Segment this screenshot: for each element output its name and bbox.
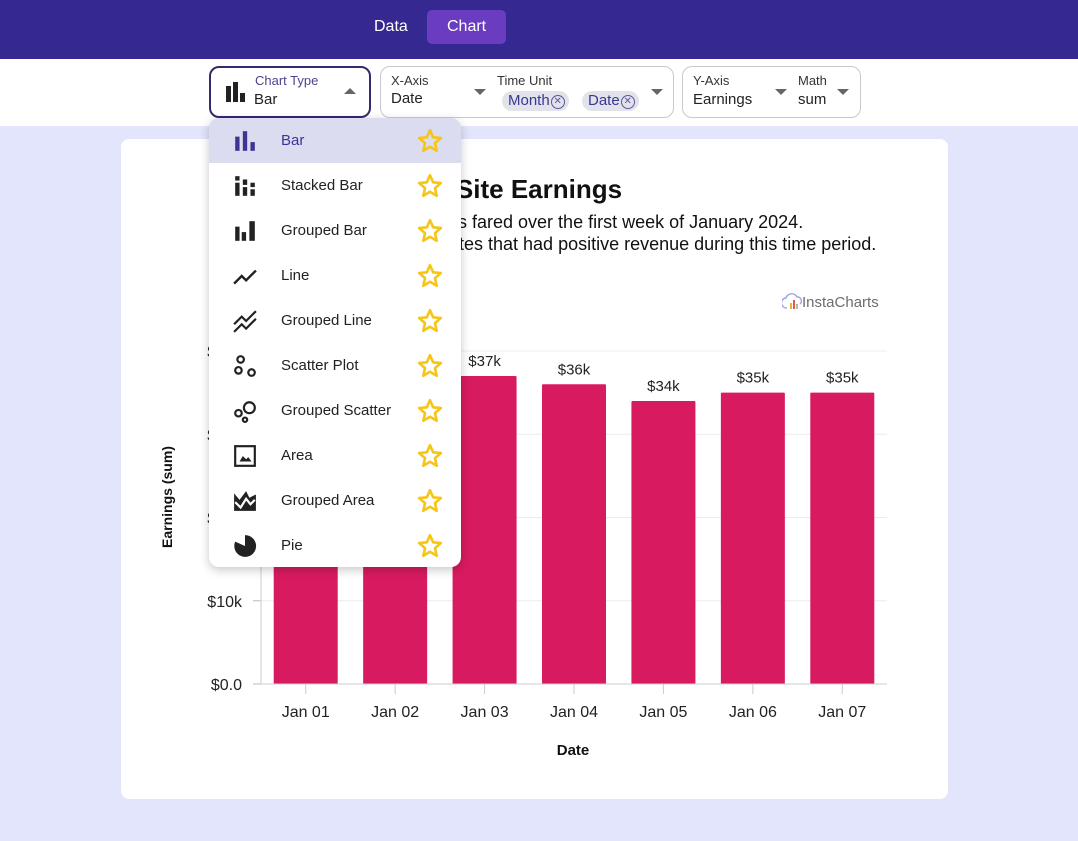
chart-type-option-bar[interactable]: Bar: [209, 118, 461, 163]
data-label: $35k: [737, 370, 770, 387]
option-label: Bar: [281, 132, 305, 149]
x-tick-label: Jan 05: [639, 704, 687, 721]
option-label: Grouped Scatter: [281, 402, 392, 419]
x-tick-label: Jan 03: [461, 704, 509, 721]
star-outline-icon[interactable]: [399, 533, 461, 559]
grouped-bar-icon: [209, 219, 281, 243]
option-label: Grouped Area: [281, 492, 375, 509]
chart-type-option-scatter-plot[interactable]: Scatter Plot: [209, 343, 461, 388]
chart-type-dropdown: Bar Stacked Bar Grouped Bar Line Grouped Lin…: [209, 118, 461, 567]
data-labels: $37k $36k $34k $35k $35k: [468, 353, 859, 395]
chart-type-option-grouped-bar[interactable]: Grouped Bar: [209, 208, 461, 253]
bar-jan-03: [452, 375, 517, 684]
star-outline-icon[interactable]: [399, 353, 461, 379]
star-outline-icon[interactable]: [399, 398, 461, 424]
grouped-area-icon: [209, 489, 281, 513]
star-outline-icon[interactable]: [399, 308, 461, 334]
option-label: Pie: [281, 537, 303, 554]
x-tick-label: Jan 07: [818, 704, 866, 721]
star-outline-icon[interactable]: [399, 488, 461, 514]
option-label: Line: [281, 267, 310, 284]
x-tick-label: Jan 04: [550, 704, 598, 721]
chart-type-option-grouped-scatter[interactable]: Grouped Scatter: [209, 388, 461, 433]
x-tick-label: Jan 06: [729, 704, 777, 721]
x-tick-label: Jan 02: [371, 704, 419, 721]
data-label: $37k: [468, 353, 501, 370]
data-label: $36k: [558, 361, 591, 378]
data-label: $34k: [647, 378, 680, 395]
stacked-bar-icon: [209, 174, 281, 198]
y-tick-label: $10k: [207, 594, 243, 611]
star-outline-icon[interactable]: [399, 173, 461, 199]
y-axis-title: Earnings (sum): [159, 446, 175, 548]
chart-type-option-pie[interactable]: Pie: [209, 523, 461, 567]
chart-type-option-stacked-bar[interactable]: Stacked Bar: [209, 163, 461, 208]
x-tick-label: Jan 01: [282, 704, 330, 721]
chart-type-option-line[interactable]: Line: [209, 253, 461, 298]
y-tick-label: $0.0: [211, 677, 242, 694]
data-label: $35k: [826, 370, 859, 387]
area-icon: [209, 444, 281, 468]
bar-jan-07: [810, 392, 875, 684]
pie-icon: [209, 534, 281, 558]
x-axis-title: Date: [557, 742, 590, 759]
star-outline-icon[interactable]: [399, 218, 461, 244]
bar-chart-icon: [209, 129, 281, 153]
option-label: Stacked Bar: [281, 177, 363, 194]
star-outline-icon[interactable]: [399, 128, 461, 154]
bar-jan-05: [631, 400, 696, 684]
scatter-icon: [209, 354, 281, 378]
star-outline-icon[interactable]: [399, 443, 461, 469]
chart-type-option-area[interactable]: Area: [209, 433, 461, 478]
option-label: Grouped Line: [281, 312, 372, 329]
option-label: Grouped Bar: [281, 222, 367, 239]
grouped-scatter-icon: [209, 399, 281, 423]
grouped-line-icon: [209, 309, 281, 333]
star-outline-icon[interactable]: [399, 263, 461, 289]
option-label: Area: [281, 447, 313, 464]
option-label: Scatter Plot: [281, 357, 359, 374]
line-chart-icon: [209, 264, 281, 288]
bar-chart: $0.0$10k$20k$30k$40kJan 01Jan 02Jan 03Ja…: [159, 344, 887, 759]
chart-type-option-grouped-line[interactable]: Grouped Line: [209, 298, 461, 343]
chart-type-option-grouped-area[interactable]: Grouped Area: [209, 478, 461, 523]
bar-jan-04: [542, 384, 606, 684]
bar-jan-06: [720, 392, 785, 684]
